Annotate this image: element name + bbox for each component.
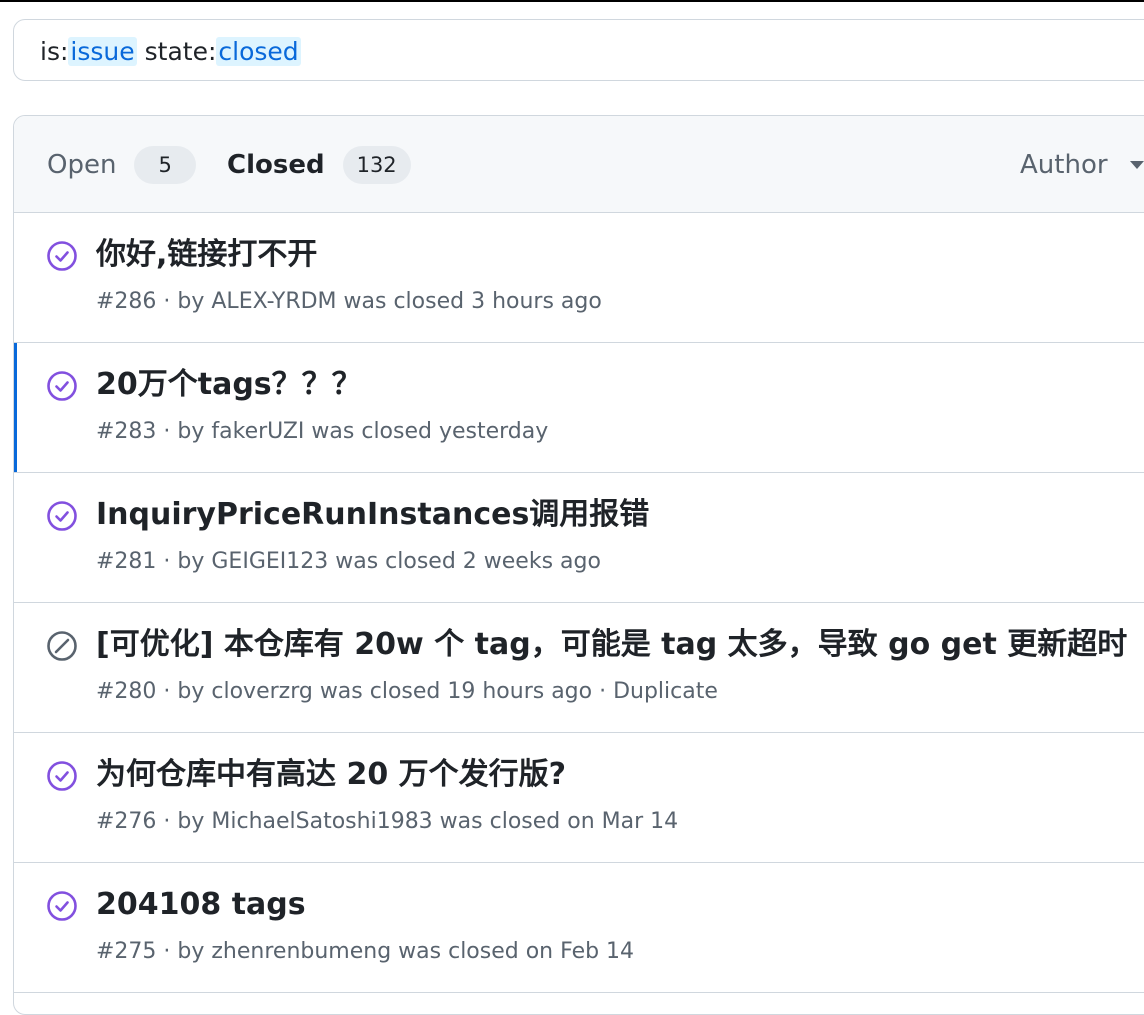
issue-meta: #283 · by fakerUZI was closed yesterday: [96, 419, 549, 444]
check-circle-icon: [46, 890, 78, 922]
issue-row[interactable]: 为何仓库中有高达 20 万个发行版? #276 · by MichaelSatos…: [14, 733, 1144, 863]
tab-closed[interactable]: Closed 132: [227, 116, 411, 213]
skip-circle-icon: [46, 630, 78, 662]
tab-closed-label: Closed: [227, 149, 325, 180]
issue-title-link[interactable]: [可优化] 本仓库有 20w 个 tag，可能是 tag 太多，导致 go ge…: [96, 623, 1127, 667]
caret-down-icon: [1129, 160, 1144, 169]
search-value-closed: closed: [216, 36, 301, 66]
issues-list: Open 5 Closed 132 Author 你好,链接打不开 #286 · …: [13, 115, 1144, 1015]
issue-meta: #280 · by cloverzrg was closed 19 hours …: [96, 679, 718, 704]
search-query[interactable]: is: issue state: closed: [40, 34, 301, 68]
issue-meta: #286 · by ALEX-YRDM was closed 3 hours a…: [96, 289, 602, 314]
tab-open[interactable]: Open 5: [47, 116, 196, 213]
tab-open-label: Open: [47, 149, 117, 180]
search-qualifier-is: is:: [40, 36, 69, 66]
issues-list-header: Open 5 Closed 132 Author: [14, 116, 1144, 213]
closed-count-badge: 132: [342, 145, 411, 184]
issue-meta: #275 · by zhenrenbumeng was closed on Fe…: [96, 939, 635, 964]
check-circle-icon: [46, 760, 78, 792]
issue-title-link[interactable]: 为何仓库中有高达 20 万个发行版?: [96, 753, 566, 797]
issue-title-link[interactable]: 204108 tags: [96, 883, 306, 927]
issue-title-link[interactable]: 20万个tags？？？: [96, 363, 362, 407]
issue-row[interactable]: InquiryPriceRunInstances调用报错 #281 · by GE…: [14, 473, 1144, 603]
search-input[interactable]: is: issue state: closed: [13, 19, 1144, 81]
issue-title-link[interactable]: InquiryPriceRunInstances调用报错: [96, 493, 649, 537]
author-filter-label: Author: [1020, 149, 1108, 180]
issue-row[interactable]: [可优化] 本仓库有 20w 个 tag，可能是 tag 太多，导致 go ge…: [14, 603, 1144, 733]
search-value-issue: issue: [68, 36, 137, 66]
issue-title-link[interactable]: 你好,链接打不开: [96, 233, 317, 277]
search-qualifier-state: state:: [144, 36, 217, 66]
issue-meta: #281 · by GEIGEI123 was closed 2 weeks a…: [96, 549, 601, 574]
top-border: [0, 0, 1144, 2]
check-circle-icon: [46, 500, 78, 532]
author-filter-dropdown[interactable]: Author: [1020, 116, 1144, 213]
issue-row[interactable]: 你好,链接打不开 #286 · by ALEX-YRDM was closed 3…: [14, 213, 1144, 343]
check-circle-icon: [46, 370, 78, 402]
issue-row[interactable]: 20万个tags？？？ #283 · by fakerUZI was closed…: [14, 343, 1144, 473]
issue-meta: #276 · by MichaelSatoshi1983 was closed …: [96, 809, 679, 834]
open-count-badge: 5: [134, 145, 196, 184]
check-circle-icon: [46, 240, 78, 272]
issue-row[interactable]: 204108 tags #275 · by zhenrenbumeng was c…: [14, 863, 1144, 993]
